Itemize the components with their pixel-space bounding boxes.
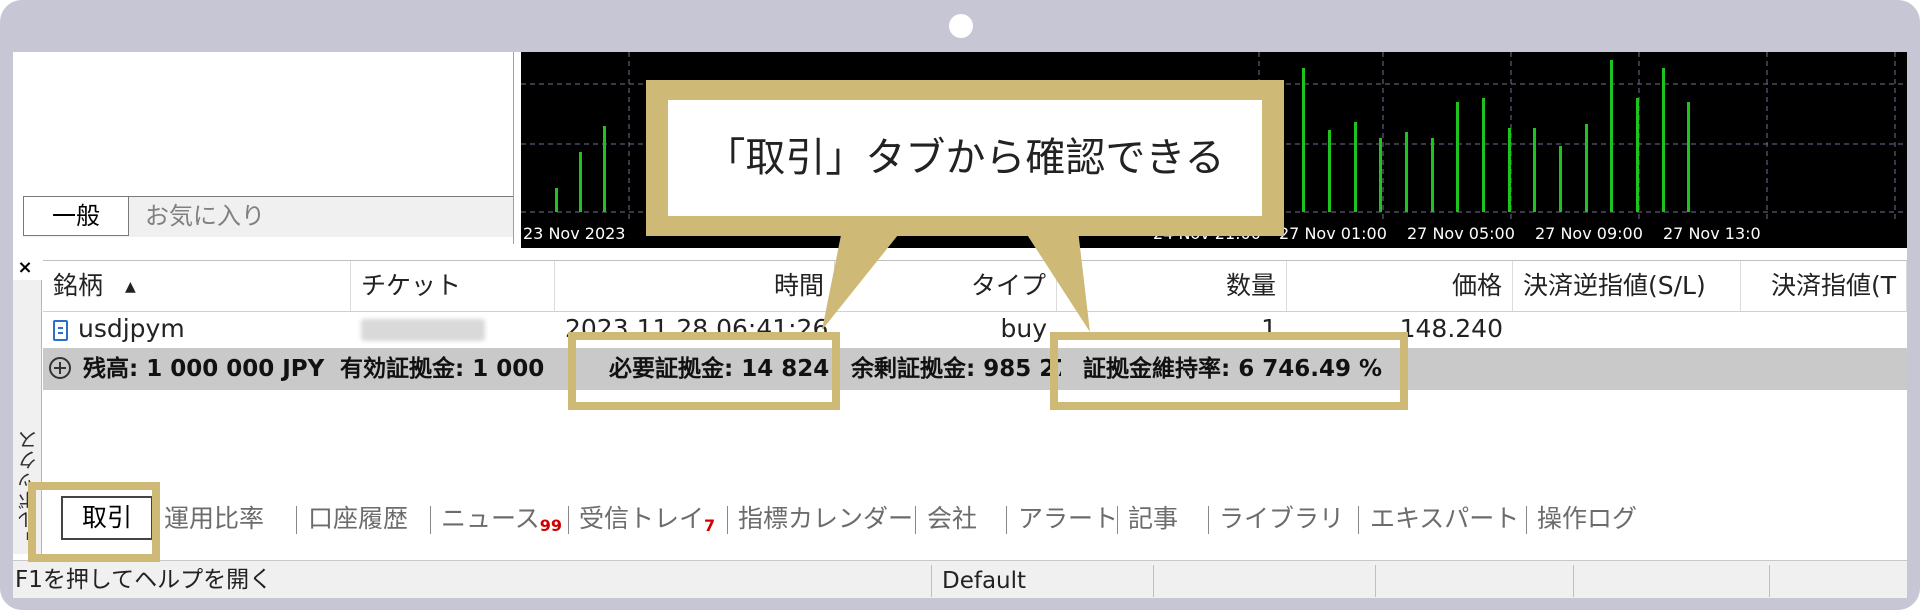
callout-pointer-left bbox=[822, 230, 902, 330]
callout-text: 「取引」タブから確認できる bbox=[668, 100, 1262, 216]
callout-box: 「取引」タブから確認できる bbox=[646, 80, 1284, 236]
callout-pointer-right bbox=[1024, 230, 1090, 332]
device-frame: 一般 お気に入り 23 Nov 2023 27 Nov 01:00 27 Nov… bbox=[0, 0, 1920, 610]
